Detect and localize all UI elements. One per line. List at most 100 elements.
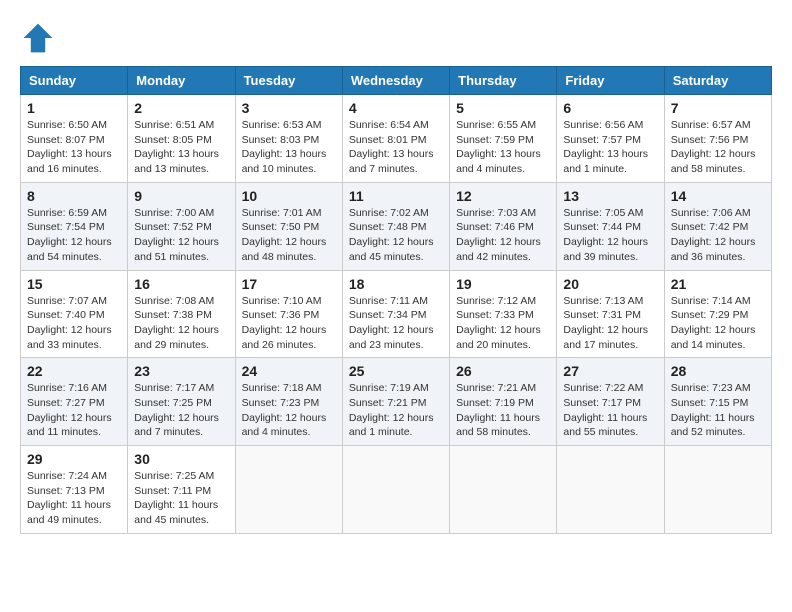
calendar-cell [235,446,342,534]
page-header [20,20,772,56]
day-number: 30 [134,451,228,467]
calendar-cell: 19 Sunrise: 7:12 AM Sunset: 7:33 PM Dayli… [450,270,557,358]
calendar-week-1: 1 Sunrise: 6:50 AM Sunset: 8:07 PM Daylig… [21,95,772,183]
header-cell-sunday: Sunday [21,67,128,95]
day-info: Sunrise: 7:16 AM Sunset: 7:27 PM Dayligh… [27,381,121,440]
calendar-cell: 17Sunrise: 7:10 AM Sunset: 7:36 PM Dayli… [235,270,342,358]
calendar-cell [450,446,557,534]
day-number: 3 [242,100,336,116]
day-info: Sunrise: 7:24 AM Sunset: 7:13 PM Dayligh… [27,469,121,528]
header-cell-tuesday: Tuesday [235,67,342,95]
day-info: Sunrise: 6:57 AM Sunset: 7:56 PM Dayligh… [671,118,765,177]
calendar-cell [664,446,771,534]
calendar-cell: 11 Sunrise: 7:02 AM Sunset: 7:48 PM Dayli… [342,182,449,270]
calendar-cell: 5 Sunrise: 6:55 AM Sunset: 7:59 PM Daylig… [450,95,557,183]
calendar-cell: 12 Sunrise: 7:03 AM Sunset: 7:46 PM Dayli… [450,182,557,270]
calendar-cell [342,446,449,534]
calendar-cell: 16 Sunrise: 7:08 AM Sunset: 7:38 PM Dayli… [128,270,235,358]
logo [20,20,62,56]
calendar-cell: 8 Sunrise: 6:59 AM Sunset: 7:54 PM Daylig… [21,182,128,270]
calendar-cell: 6 Sunrise: 6:56 AM Sunset: 7:57 PM Daylig… [557,95,664,183]
calendar-cell: 26Sunrise: 7:21 AM Sunset: 7:19 PM Dayli… [450,358,557,446]
day-number: 24 [242,363,336,379]
day-number: 10 [242,188,336,204]
day-number: 11 [349,188,443,204]
day-info: Sunrise: 7:21 AM Sunset: 7:19 PM Dayligh… [456,381,550,440]
day-number: 21 [671,276,765,292]
day-info: Sunrise: 6:59 AM Sunset: 7:54 PM Dayligh… [27,206,121,265]
calendar-cell: 2 Sunrise: 6:51 AM Sunset: 8:05 PM Daylig… [128,95,235,183]
calendar-cell: 18 Sunrise: 7:11 AM Sunset: 7:34 PM Dayli… [342,270,449,358]
day-info: Sunrise: 7:01 AM Sunset: 7:50 PM Dayligh… [242,206,336,265]
calendar-week-2: 8 Sunrise: 6:59 AM Sunset: 7:54 PM Daylig… [21,182,772,270]
day-info: Sunrise: 7:08 AM Sunset: 7:38 PM Dayligh… [134,294,228,353]
calendar-cell: 21 Sunrise: 7:14 AM Sunset: 7:29 PM Dayli… [664,270,771,358]
calendar-week-5: 29Sunrise: 7:24 AM Sunset: 7:13 PM Dayli… [21,446,772,534]
day-info: Sunrise: 7:07 AM Sunset: 7:40 PM Dayligh… [27,294,121,353]
day-info: Sunrise: 7:11 AM Sunset: 7:34 PM Dayligh… [349,294,443,353]
day-number: 18 [349,276,443,292]
calendar-week-3: 15 Sunrise: 7:07 AM Sunset: 7:40 PM Dayli… [21,270,772,358]
calendar-cell: 7 Sunrise: 6:57 AM Sunset: 7:56 PM Daylig… [664,95,771,183]
day-number: 16 [134,276,228,292]
calendar-cell: 9 Sunrise: 7:00 AM Sunset: 7:52 PM Daylig… [128,182,235,270]
day-info: Sunrise: 7:03 AM Sunset: 7:46 PM Dayligh… [456,206,550,265]
day-info: Sunrise: 6:53 AM Sunset: 8:03 PM Dayligh… [242,118,336,177]
header-cell-saturday: Saturday [664,67,771,95]
calendar-cell: 15 Sunrise: 7:07 AM Sunset: 7:40 PM Dayli… [21,270,128,358]
calendar-cell: 1 Sunrise: 6:50 AM Sunset: 8:07 PM Daylig… [21,95,128,183]
day-info: Sunrise: 7:02 AM Sunset: 7:48 PM Dayligh… [349,206,443,265]
day-info: Sunrise: 7:05 AM Sunset: 7:44 PM Dayligh… [563,206,657,265]
header-cell-wednesday: Wednesday [342,67,449,95]
day-number: 14 [671,188,765,204]
calendar-cell: 23Sunrise: 7:17 AM Sunset: 7:25 PM Dayli… [128,358,235,446]
day-info: Sunrise: 6:55 AM Sunset: 7:59 PM Dayligh… [456,118,550,177]
calendar-header: SundayMondayTuesdayWednesdayThursdayFrid… [21,67,772,95]
day-number: 25 [349,363,443,379]
calendar-week-4: 22 Sunrise: 7:16 AM Sunset: 7:27 PM Dayli… [21,358,772,446]
day-number: 17 [242,276,336,292]
calendar-cell: 4 Sunrise: 6:54 AM Sunset: 8:01 PM Daylig… [342,95,449,183]
day-info: Sunrise: 7:06 AM Sunset: 7:42 PM Dayligh… [671,206,765,265]
calendar-cell: 30Sunrise: 7:25 AM Sunset: 7:11 PM Dayli… [128,446,235,534]
day-info: Sunrise: 7:14 AM Sunset: 7:29 PM Dayligh… [671,294,765,353]
header-cell-monday: Monday [128,67,235,95]
day-number: 4 [349,100,443,116]
calendar-cell: 22 Sunrise: 7:16 AM Sunset: 7:27 PM Dayli… [21,358,128,446]
day-info: Sunrise: 6:50 AM Sunset: 8:07 PM Dayligh… [27,118,121,177]
calendar-body: 1 Sunrise: 6:50 AM Sunset: 8:07 PM Daylig… [21,95,772,534]
day-number: 27 [563,363,657,379]
calendar-cell [557,446,664,534]
calendar-cell: 20Sunrise: 7:13 AM Sunset: 7:31 PM Dayli… [557,270,664,358]
calendar-cell: 27 Sunrise: 7:22 AM Sunset: 7:17 PM Dayli… [557,358,664,446]
calendar-cell: 25Sunrise: 7:19 AM Sunset: 7:21 PM Dayli… [342,358,449,446]
day-info: Sunrise: 7:00 AM Sunset: 7:52 PM Dayligh… [134,206,228,265]
day-number: 28 [671,363,765,379]
day-info: Sunrise: 7:23 AM Sunset: 7:15 PM Dayligh… [671,381,765,440]
day-number: 9 [134,188,228,204]
day-info: Sunrise: 7:17 AM Sunset: 7:25 PM Dayligh… [134,381,228,440]
day-number: 15 [27,276,121,292]
day-number: 8 [27,188,121,204]
header-row: SundayMondayTuesdayWednesdayThursdayFrid… [21,67,772,95]
day-number: 13 [563,188,657,204]
day-number: 6 [563,100,657,116]
day-info: Sunrise: 6:56 AM Sunset: 7:57 PM Dayligh… [563,118,657,177]
day-number: 19 [456,276,550,292]
day-info: Sunrise: 7:22 AM Sunset: 7:17 PM Dayligh… [563,381,657,440]
day-number: 22 [27,363,121,379]
calendar-cell: 3 Sunrise: 6:53 AM Sunset: 8:03 PM Daylig… [235,95,342,183]
day-number: 12 [456,188,550,204]
day-info: Sunrise: 6:51 AM Sunset: 8:05 PM Dayligh… [134,118,228,177]
day-number: 2 [134,100,228,116]
header-cell-thursday: Thursday [450,67,557,95]
day-number: 7 [671,100,765,116]
calendar-cell: 10 Sunrise: 7:01 AM Sunset: 7:50 PM Dayli… [235,182,342,270]
day-info: Sunrise: 6:54 AM Sunset: 8:01 PM Dayligh… [349,118,443,177]
calendar-table: SundayMondayTuesdayWednesdayThursdayFrid… [20,66,772,534]
day-info: Sunrise: 7:12 AM Sunset: 7:33 PM Dayligh… [456,294,550,353]
day-number: 5 [456,100,550,116]
logo-icon [20,20,56,56]
day-number: 1 [27,100,121,116]
calendar-cell: 14 Sunrise: 7:06 AM Sunset: 7:42 PM Dayli… [664,182,771,270]
